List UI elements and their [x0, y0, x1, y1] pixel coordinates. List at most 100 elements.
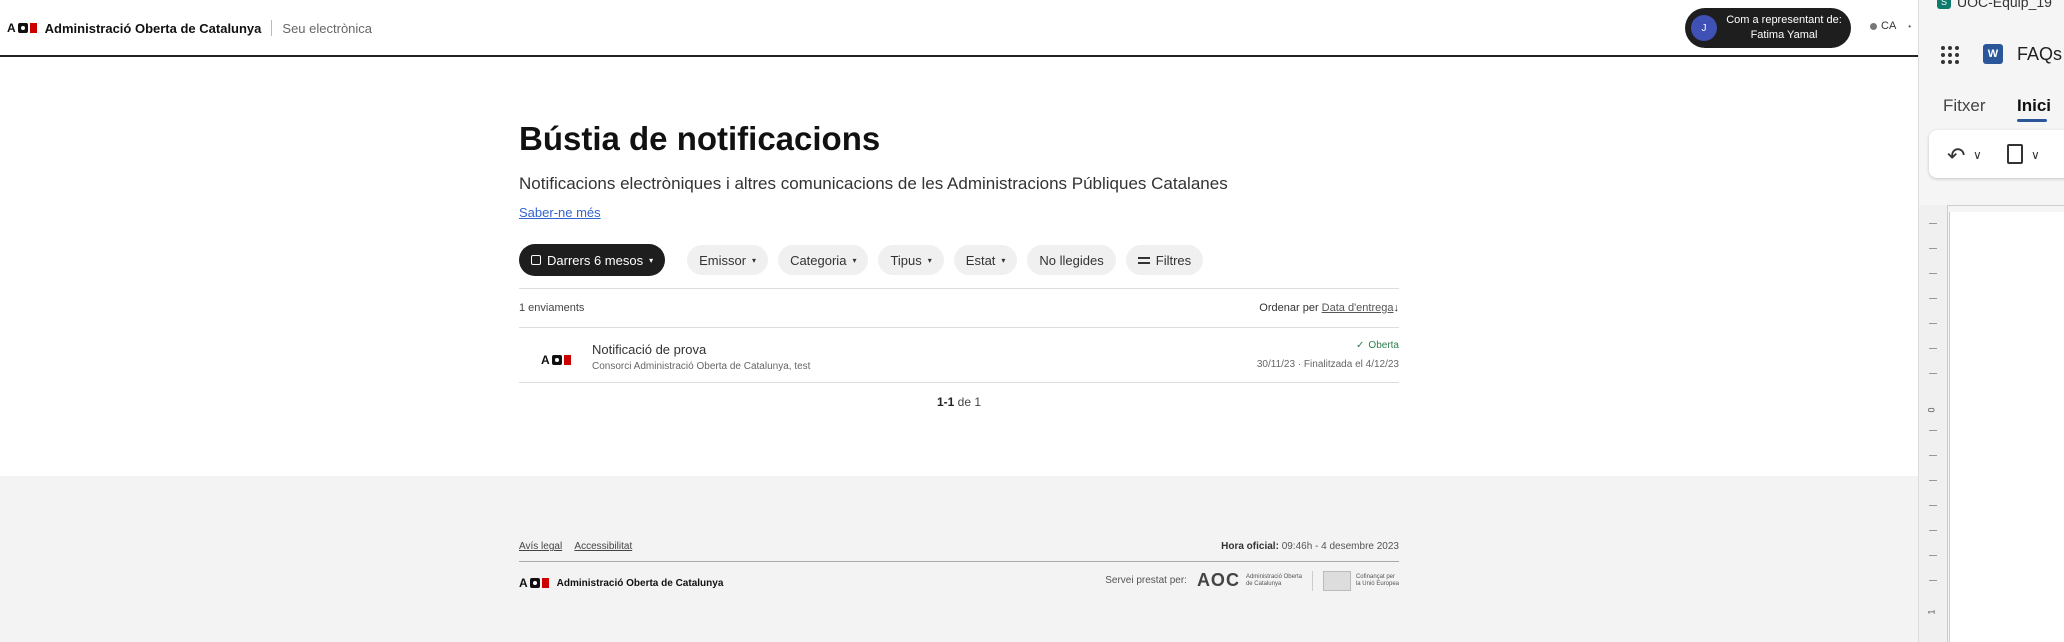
- footer-divider: [519, 561, 1399, 562]
- language-code: CA: [1881, 20, 1897, 32]
- page-title: Bústia de notificacions: [519, 120, 881, 157]
- tab-file[interactable]: Fitxer: [1943, 96, 1986, 116]
- pagination: 1-1 de 1: [519, 395, 1399, 409]
- seu-electronica-label: Seu electrònica: [282, 20, 373, 36]
- header-separator: [271, 20, 273, 36]
- official-time: Hora oficial: 09:46h - 4 desembre 2023: [1221, 541, 1399, 552]
- eu-line2: la Unió Europea: [1355, 580, 1399, 587]
- word-icon: W: [1983, 44, 2003, 64]
- representative-line1: Com a representant de:: [1726, 14, 1842, 26]
- globe-icon: [1870, 22, 1877, 30]
- page-subtitle: Notificacions electròniques i altres com…: [519, 174, 1228, 193]
- status-text: Oberta: [1368, 340, 1399, 351]
- chevron-down-icon[interactable]: ∨: [2031, 148, 2040, 162]
- period-filter-button[interactable]: Darrers 6 mesos ▾: [519, 244, 666, 276]
- word-file-title-bar[interactable]: S UOC-Equip_19: [1937, 0, 2052, 10]
- vertical-ruler: 0 1: [1919, 205, 1948, 642]
- status-badge: ✓ Oberta: [1356, 340, 1399, 351]
- chevron-down-icon: ▾: [649, 255, 654, 265]
- chevron-down-icon: •: [1908, 21, 1912, 31]
- footer-links: Avís legal Accessibilitat: [519, 541, 642, 552]
- chevron-down-icon[interactable]: ∨: [1973, 148, 1982, 162]
- representative-button[interactable]: J Com a representant de: Fatima Yamal: [1685, 8, 1851, 48]
- aoc-footer-logo[interactable]: AOC Administració Oberta de Catalunya: [1197, 570, 1302, 591]
- aoc-logo-icon: A: [519, 576, 549, 590]
- footer-brand[interactable]: A Administració Oberta de Catalunya: [519, 576, 723, 590]
- chevron-down-icon: ▾: [852, 255, 857, 265]
- chevron-down-icon: ▾: [752, 255, 757, 265]
- categoria-filter-label: Categoria: [790, 252, 847, 268]
- official-time-label: Hora oficial:: [1221, 541, 1279, 552]
- calendar-icon: [531, 255, 541, 265]
- notification-date: 30/11/23 · Finalitzada el 4/12/23: [1256, 359, 1399, 370]
- document-page[interactable]: [1949, 212, 2064, 642]
- aoc-logo-text: Administració Oberta de Catalunya: [1246, 574, 1302, 588]
- aoc-name-line1: Administració Oberta: [1245, 573, 1302, 580]
- sliders-icon: [1137, 255, 1150, 265]
- aoc-logo-letters: AOC: [1196, 570, 1240, 590]
- language-selector[interactable]: CA •: [1870, 20, 1911, 32]
- notification-title[interactable]: Notificació de prova: [592, 342, 706, 357]
- accessibility-link[interactable]: Accessibilitat: [574, 541, 632, 552]
- list-top-divider: [519, 288, 1399, 289]
- tab-home[interactable]: Inici: [2017, 96, 2051, 122]
- aoc-logo-icon: A: [7, 21, 37, 35]
- estat-filter-button[interactable]: Estat ▾: [953, 245, 1018, 275]
- word-side-panel: S UOC-Equip_19 W FAQs Fitxer Inici ↶ ∨ ∨…: [1918, 0, 2064, 642]
- categoria-filter-button[interactable]: Categoria ▾: [778, 245, 869, 275]
- eu-line1: Cofinançat per: [1355, 573, 1395, 580]
- brand-logo-link[interactable]: A Administració Oberta de Catalunya Seu …: [7, 20, 372, 36]
- eu-text: Cofinançat per la Unió Europea: [1356, 574, 1399, 588]
- service-provider: Servei prestat per: AOC Administració Ob…: [1105, 570, 1399, 591]
- sort-arrow-icon[interactable]: ↓: [1394, 302, 1400, 314]
- emissor-filter-button[interactable]: Emissor ▾: [687, 245, 769, 275]
- emissor-filter-label: Emissor: [699, 252, 747, 268]
- site-footer: Avís legal Accessibilitat Hora oficial: …: [0, 476, 1918, 642]
- learn-more-link[interactable]: Saber-ne més: [519, 205, 601, 220]
- document-title[interactable]: FAQs: [2017, 44, 2062, 65]
- pagination-range: 1-1: [936, 395, 955, 409]
- eu-cofunding-logo: Cofinançat per la Unió Europea: [1311, 570, 1399, 591]
- list-bottom-divider: [519, 382, 1399, 383]
- filter-bar: Darrers 6 mesos ▾ Emissor ▾ Categoria ▾ …: [519, 244, 1204, 276]
- ruler-zero-label: 0: [1926, 407, 1937, 413]
- official-time-value: 09:46h - 4 desembre 2023: [1281, 541, 1399, 552]
- period-filter-label: Darrers 6 mesos: [547, 252, 644, 268]
- tipus-filter-button[interactable]: Tipus ▾: [878, 245, 944, 275]
- more-filters-label: Filtres: [1155, 252, 1192, 268]
- app-launcher-icon[interactable]: [1941, 46, 1959, 64]
- site-header: A Administració Oberta de Catalunya Seu …: [0, 0, 1918, 57]
- ruler-one-label: 1: [1926, 609, 1937, 615]
- unread-filter-label: No llegides: [1039, 252, 1104, 268]
- sort-label: Ordenar per: [1259, 302, 1319, 314]
- footer-brand-name: Administració Oberta de Catalunya: [556, 577, 724, 589]
- sort-control[interactable]: Ordenar per Data d'entrega↓: [1259, 302, 1399, 314]
- list-item[interactable]: A Notificació de prova Consorci Administ…: [519, 328, 1399, 382]
- legal-notice-link[interactable]: Avís legal: [519, 541, 562, 552]
- pagination-total: de 1: [957, 395, 982, 409]
- representative-text: Com a representant de: Fatima Yamal: [1717, 13, 1851, 43]
- unread-filter-button[interactable]: No llegides: [1027, 245, 1116, 275]
- brand-name: Administració Oberta de Catalunya: [44, 20, 262, 36]
- chevron-down-icon: ▾: [927, 255, 932, 265]
- tipus-filter-label: Tipus: [890, 252, 922, 268]
- file-name: UOC-Equip_19: [1957, 0, 2052, 10]
- service-label: Servei prestat per:: [1105, 575, 1187, 586]
- main-area: A Administració Oberta de Catalunya Seu …: [0, 0, 1918, 642]
- estat-filter-label: Estat: [965, 252, 996, 268]
- sharepoint-icon: S: [1937, 0, 1951, 9]
- notification-sender: Consorci Administració Oberta de Catalun…: [592, 361, 811, 372]
- result-count: 1 enviaments: [519, 302, 585, 314]
- chevron-down-icon: ▾: [1001, 255, 1006, 265]
- more-filters-button[interactable]: Filtres: [1125, 245, 1204, 275]
- aoc-name-line2: de Catalunya: [1245, 580, 1282, 587]
- check-icon: ✓: [1356, 340, 1365, 351]
- ribbon-toolbar: ↶ ∨ ∨: [1929, 130, 2064, 178]
- representative-line2: Fatima Yamal: [1750, 29, 1818, 41]
- sort-field-link[interactable]: Data d'entrega: [1322, 302, 1394, 314]
- avatar: J: [1691, 15, 1717, 41]
- eu-flag-icon: [1322, 570, 1351, 591]
- aoc-logo-icon: A: [541, 353, 571, 367]
- undo-icon[interactable]: ↶: [1947, 143, 1965, 169]
- paste-icon[interactable]: [2007, 144, 2023, 164]
